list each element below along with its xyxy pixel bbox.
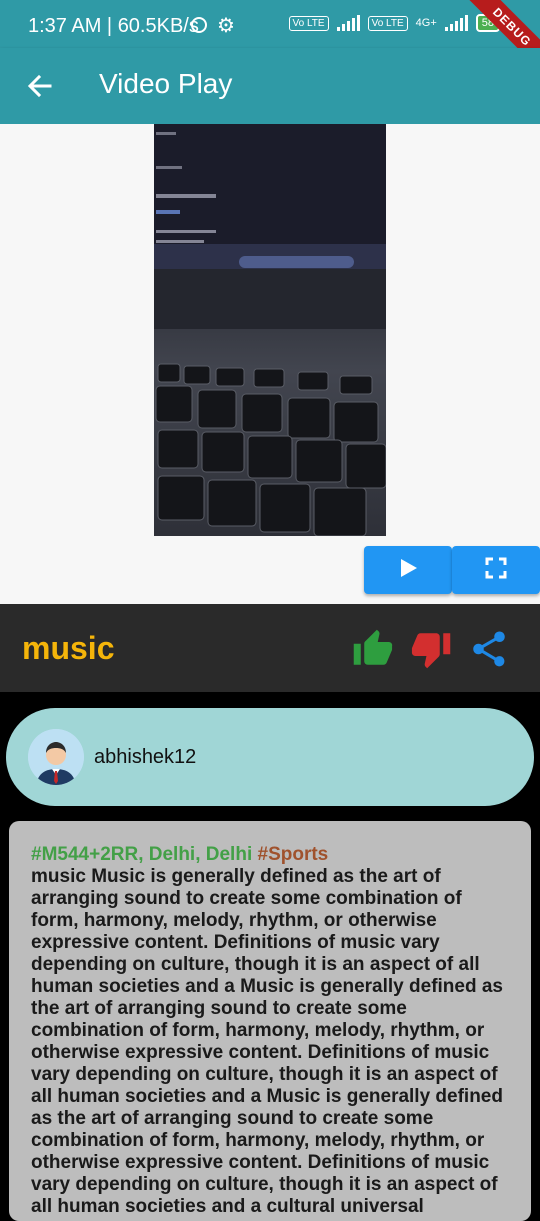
description-text: #M544+2RR, Delhi, Delhi #Sports music Mu… — [31, 844, 511, 1218]
video-title: music — [22, 630, 115, 666]
video-area — [0, 124, 540, 604]
settings-icon: ⚙ — [217, 15, 235, 37]
video-player[interactable] — [154, 124, 386, 536]
signal-icon — [336, 15, 360, 31]
thumbs-up-icon[interactable] — [352, 628, 394, 670]
play-button[interactable] — [364, 546, 452, 594]
alarm-icon — [191, 17, 207, 33]
share-icon[interactable] — [468, 628, 510, 670]
signal-icon-2 — [444, 15, 468, 31]
username[interactable]: abhishek12 — [94, 746, 196, 769]
arrow-back-icon[interactable] — [26, 72, 54, 100]
description-card: #M544+2RR, Delhi, Delhi #Sports music Mu… — [9, 821, 531, 1221]
app-bar: Video Play — [0, 48, 540, 124]
fullscreen-icon — [485, 557, 507, 584]
category-tag[interactable]: #Sports — [258, 844, 329, 865]
network-type: 4G+ — [415, 17, 437, 29]
volte-badge: Vo LTE — [288, 15, 329, 31]
video-title-bar: music — [0, 604, 540, 692]
description-body: music Music is generally defined as the … — [31, 866, 503, 1217]
volte-badge-2: Vo LTE — [367, 15, 408, 31]
status-time-speed: 1:37 AM | 60.5KB/s — [28, 15, 199, 37]
fullscreen-button[interactable] — [452, 546, 540, 594]
play-icon — [397, 557, 419, 584]
avatar — [28, 729, 84, 785]
user-card[interactable]: abhishek12 — [6, 708, 534, 806]
location-tag[interactable]: #M544+2RR, Delhi, Delhi — [31, 844, 252, 865]
thumbs-down-icon[interactable] — [410, 628, 452, 670]
page-title: Video Play — [99, 68, 233, 99]
status-bar: 1:37 AM | 60.5KB/s ⚙ Vo LTE Vo LTE 4G+ 5… — [0, 0, 540, 85]
